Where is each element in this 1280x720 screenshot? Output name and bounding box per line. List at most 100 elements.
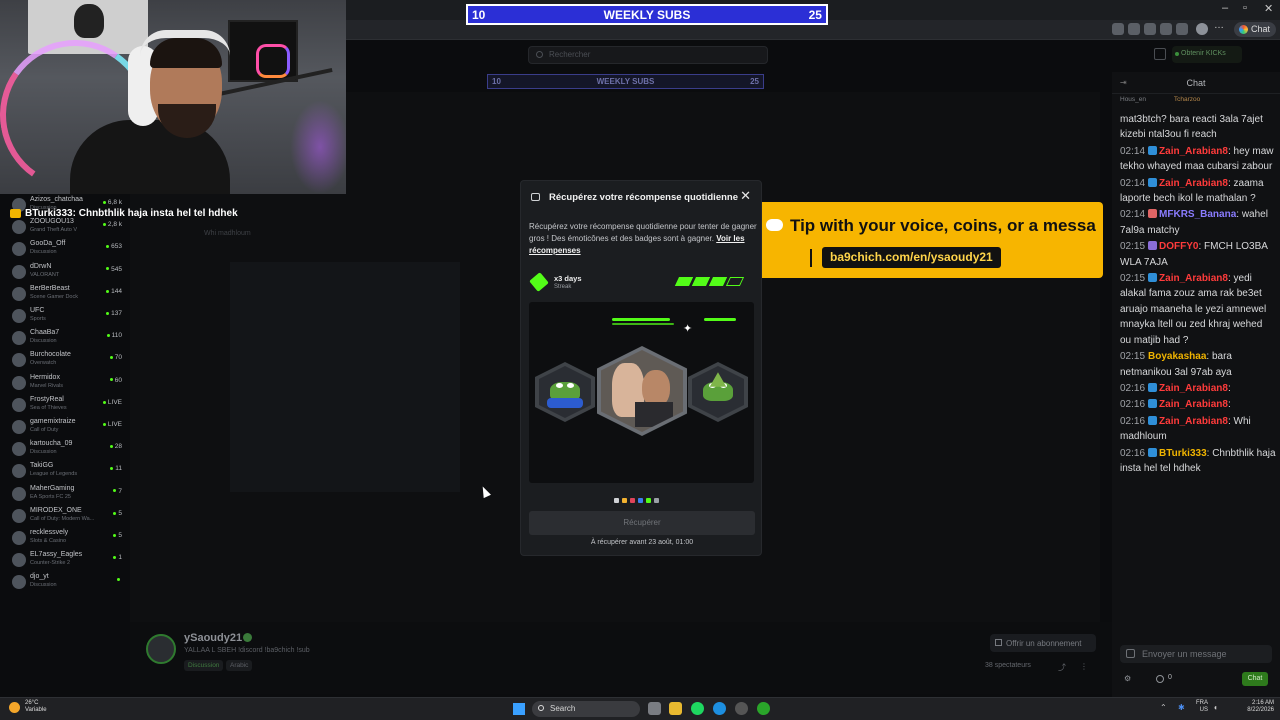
chat-username[interactable]: BTurki333	[1159, 448, 1207, 459]
channel-avatar	[12, 531, 26, 545]
reward-emote-arnold	[597, 346, 687, 436]
windows-start-icon[interactable]	[513, 703, 525, 715]
settings-icon[interactable]: ⚙	[1124, 674, 1131, 683]
library-icon[interactable]	[1154, 48, 1166, 60]
close-icon[interactable]: ✕	[740, 188, 751, 204]
favorites-icon[interactable]	[1176, 23, 1188, 35]
taskbar-search[interactable]: Search	[532, 701, 640, 717]
sidebar-channel-item[interactable]: MaherGaming EA Sports FC 25 7	[8, 484, 126, 506]
chat-message: 02:16 Zain_Arabian8:	[1120, 397, 1276, 412]
task-view-icon[interactable]	[648, 702, 661, 715]
channel-avatar	[12, 464, 26, 479]
weather-icon[interactable]	[9, 702, 20, 713]
tip-overlay: Tip with your voice, coins, or a messa b…	[744, 202, 1103, 278]
chat-username[interactable]: Boyakashaa	[1148, 351, 1206, 362]
sidebar-channel-item[interactable]: Burchocolate Overwatch 70	[8, 350, 126, 372]
channel-category: Marvel Rivals	[30, 382, 64, 389]
sidebar-channel-item[interactable]: EL7assy_Eagles Counter-Strike 2 1	[8, 550, 126, 572]
chat-username[interactable]: DOFFY0	[1159, 241, 1198, 252]
sidebar-channel-item[interactable]: djo_yt Discussion	[8, 572, 126, 594]
spotify-icon[interactable]	[691, 702, 704, 715]
channel-viewers: 7	[113, 488, 122, 495]
sidebar-channel-item[interactable]: kartoucha_09 Discussion 28	[8, 439, 126, 461]
channel-category: Discussion	[30, 338, 57, 345]
xbox-icon[interactable]	[757, 702, 770, 715]
chat-username[interactable]: MFKRS_Banana	[1159, 209, 1236, 220]
sidebar-channel-item[interactable]: dDrwN VALORANT 545	[8, 262, 126, 284]
file-explorer-icon[interactable]	[669, 702, 682, 715]
chat-send-button[interactable]: Chat	[1242, 672, 1268, 686]
chat-message-input[interactable]: Envoyer un message	[1120, 645, 1272, 663]
sidebar-channel-item[interactable]: TakiGG League of Legends 11	[8, 461, 126, 483]
sidebar-channel-item[interactable]: ChaaBa7 Discussion 110	[8, 328, 126, 350]
streamer-name[interactable]: ySaoudy21	[184, 632, 242, 644]
channel-category: VALORANT	[30, 271, 60, 278]
share-icon[interactable]: ⤴	[1058, 662, 1066, 673]
chat-messages: mat3btch? bara reacti 3ala 7ajet kizebi …	[1120, 112, 1276, 477]
settings-app-icon[interactable]	[735, 702, 748, 715]
chat-message: 02:14 MFKRS_Banana: wahel 7al9a matchy	[1120, 207, 1276, 238]
chat-username[interactable]: Zain_Arabian8	[1159, 146, 1228, 157]
bluetooth-icon[interactable]: ✱	[1178, 703, 1185, 712]
chat-text: :	[1227, 399, 1231, 411]
chat-username[interactable]: Zain_Arabian8	[1159, 416, 1228, 427]
tray-chevron-icon[interactable]: ⌃	[1160, 703, 1167, 712]
more-options-icon[interactable]: ⋮	[1080, 662, 1088, 671]
tag-category[interactable]: Discussion	[184, 660, 224, 671]
clock[interactable]: 2:16 AM 8/22/2026	[1226, 700, 1274, 714]
streamer-avatar[interactable]	[146, 634, 176, 664]
weather-widget[interactable]: 26°C Variable	[25, 700, 47, 714]
volume-icon[interactable]: ◖	[1213, 703, 1218, 712]
sidebar-channel-item[interactable]: FrostyReal Sea of Thieves LIVE	[8, 395, 126, 417]
copilot-chat-button[interactable]: Chat	[1234, 22, 1276, 37]
chat-text: mat3btch? bara reacti 3ala 7ajet kizebi …	[1120, 114, 1263, 141]
chat-timestamp: 02:15	[1120, 351, 1146, 363]
screenshot-icon[interactable]	[1128, 23, 1140, 35]
chat-timestamp: 02:16	[1120, 415, 1146, 427]
input-language[interactable]: FRA US	[1194, 700, 1208, 714]
refresh-icon[interactable]	[1144, 23, 1156, 35]
get-kicks-button[interactable]: Obtenir KICKs	[1172, 46, 1242, 63]
channel-name: GooDa_Off	[30, 240, 66, 248]
channel-category: Slots & Casino	[30, 538, 67, 544]
claim-deadline: À récupérer avant 23 août, 01:00	[590, 539, 694, 546]
edge-icon[interactable]	[713, 702, 726, 715]
chat-username[interactable]: Zain_Arabian8	[1159, 383, 1228, 394]
site-search-input[interactable]: Rechercher	[528, 46, 768, 64]
channel-name: EL7assy_Eagles	[30, 551, 83, 559]
sidebar-channel-item[interactable]: recklessvely Slots & Casino 5	[8, 528, 126, 550]
channel-avatar	[12, 220, 26, 235]
stream-video-frame	[230, 262, 460, 492]
tag-language[interactable]: Arabic	[226, 660, 253, 671]
channel-viewers: LIVE	[102, 399, 122, 406]
chat-timestamp: 02:16	[1120, 382, 1146, 394]
collapse-chat-icon[interactable]: ⇥	[1120, 78, 1127, 87]
claim-button[interactable]: Récupérer	[529, 511, 755, 535]
close-window-icon[interactable]: ✕	[1264, 2, 1273, 15]
channel-name: Hermidox	[30, 373, 60, 381]
minimize-icon[interactable]: –	[1222, 2, 1228, 14]
sidebar-channel-item[interactable]: GooDa_Off Discussion 653	[8, 239, 126, 261]
extensions-icon[interactable]	[1112, 23, 1124, 35]
channel-name: TakiGG	[30, 462, 54, 470]
split-view-icon[interactable]	[1160, 23, 1172, 35]
more-menu-icon[interactable]: …	[1214, 20, 1226, 32]
gift-subscription-button[interactable]: Offrir un abonnement	[990, 634, 1096, 652]
chat-username[interactable]: Zain_Arabian8	[1159, 178, 1228, 189]
sidebar-channel-item[interactable]: Hermidox Marvel Rivals 60	[8, 373, 126, 395]
channel-name: MaherGaming	[30, 484, 75, 492]
emote-picker-icon[interactable]	[1126, 649, 1135, 658]
gift-icon	[995, 639, 1002, 646]
sidebar-channel-item[interactable]: MIRODEX_ONE Call of Duty: Modern Wa... 5	[8, 506, 126, 528]
chat-username[interactable]: Zain_Arabian8	[1159, 399, 1228, 410]
channel-name: recklessvely	[30, 529, 69, 536]
channel-name: kartoucha_09	[30, 440, 73, 448]
maximize-icon[interactable]: ▫	[1243, 2, 1247, 14]
channel-avatar	[12, 353, 26, 368]
chat-text: :	[1227, 382, 1231, 394]
sidebar-channel-item[interactable]: UFC Sports 137	[8, 306, 126, 328]
sidebar-channel-item[interactable]: BerBerBeast Scene Gamer Dock 144	[8, 284, 126, 306]
chat-username[interactable]: Zain_Arabian8	[1159, 273, 1228, 284]
sidebar-channel-item[interactable]: gamemixtraize Call of Duty LIVE	[8, 417, 126, 439]
profile-avatar[interactable]	[1196, 23, 1208, 35]
